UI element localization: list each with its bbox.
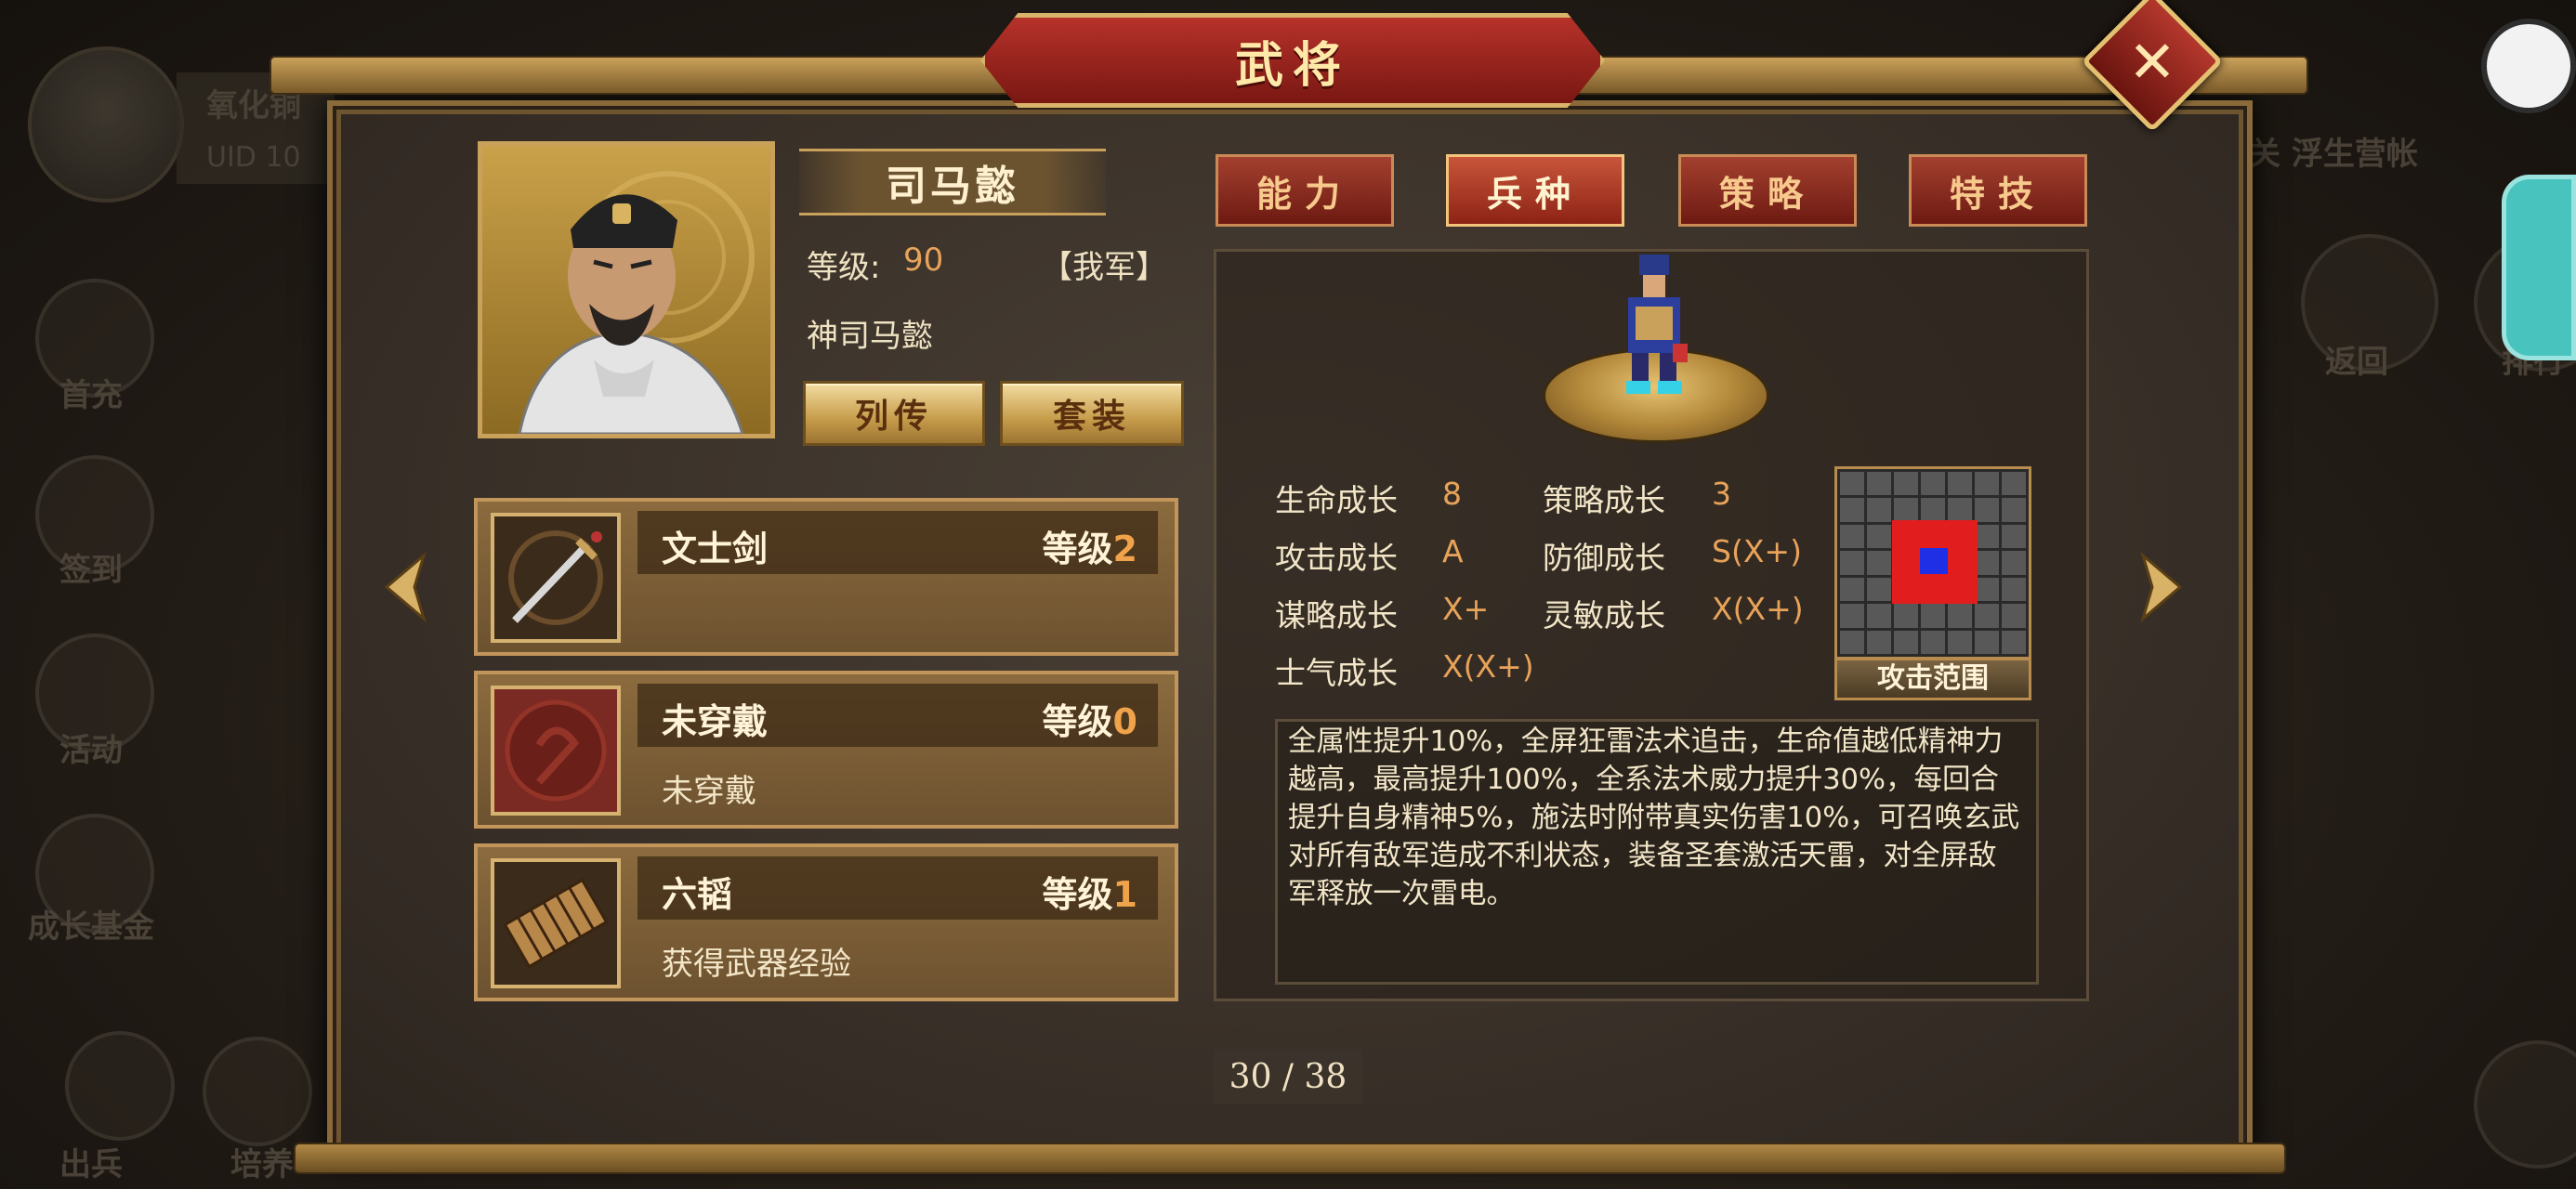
- unit-sprite-icon: [1608, 251, 1701, 399]
- bg-menu-icon: [203, 1037, 312, 1146]
- prev-general-arrow-icon[interactable]: [377, 550, 433, 624]
- growth-label: 灵敏成长: [1543, 597, 1665, 634]
- panel-bottom-bar: [294, 1143, 2286, 1174]
- growth-label: 士气成长: [1275, 655, 1398, 691]
- bg-menu-label: 活动: [59, 732, 123, 769]
- skill-description: 全属性提升10%，全屏狂雷法术追击，生命值越低精神力越高，最高提升100%，全系…: [1288, 725, 2020, 910]
- sword-icon: [491, 513, 621, 643]
- growth-label: 生命成长: [1275, 482, 1398, 518]
- growth-value: X+: [1442, 591, 1490, 627]
- growth-label: 谋略成长: [1275, 597, 1398, 634]
- growth-value: 8: [1442, 476, 1462, 512]
- page-indicator: 30 / 38: [1214, 1050, 1362, 1104]
- equipment-desc: 未穿戴: [662, 773, 756, 810]
- unit-position-marker: [1920, 548, 1948, 574]
- equipment-slot[interactable]: 文士剑 等级2: [474, 498, 1178, 656]
- bg-menu-label: 首充: [59, 377, 123, 414]
- general-level-label: 等级:: [807, 249, 881, 286]
- bg-menu-label: 出兵: [59, 1146, 123, 1183]
- equipment-level: 等级1: [1042, 874, 1137, 915]
- set-button[interactable]: 套装: [1000, 381, 1184, 446]
- bg-menu-icon: [65, 1031, 175, 1141]
- equipment-name: 文士剑: [662, 529, 769, 569]
- growth-value: A: [1442, 533, 1464, 569]
- general-level-value: 90: [903, 242, 944, 279]
- equipment-level: 等级2: [1042, 529, 1137, 569]
- growth-label: 策略成长: [1543, 482, 1665, 518]
- growth-label: 防御成长: [1543, 540, 1665, 576]
- equipment-slot[interactable]: 未穿戴 等级0 未穿戴: [474, 671, 1178, 829]
- scroll-icon: [491, 858, 621, 988]
- general-faction: 【我军】: [1041, 249, 1167, 286]
- attack-range-label: 攻击范围: [1834, 658, 2031, 700]
- growth-value: 3: [1712, 476, 1731, 512]
- bg-menu-label: 成长基金: [28, 908, 154, 946]
- tab-special-skill[interactable]: 特技: [1909, 154, 2087, 227]
- general-portrait: [478, 141, 775, 438]
- equipment-level: 等级0: [1042, 701, 1137, 742]
- bg-location-text: 关 浮生营帐: [2249, 136, 2418, 173]
- tab-strategy[interactable]: 策略: [1678, 154, 1857, 227]
- bg-menu-icon: [2474, 1040, 2576, 1169]
- next-general-arrow-icon[interactable]: [2134, 550, 2189, 624]
- close-icon[interactable]: ✕: [2102, 11, 2202, 111]
- tab-troop-type[interactable]: 兵种: [1446, 154, 1624, 227]
- equipment-slot[interactable]: 六韬 等级1 获得武器经验: [474, 843, 1178, 1001]
- growth-value: S(X+): [1712, 533, 1802, 569]
- side-teal-tab: [2502, 175, 2576, 360]
- title-banner: 武将: [980, 13, 1605, 108]
- player-uid: UID 10: [206, 141, 301, 174]
- equipment-name: 六韬: [662, 874, 733, 915]
- biography-button[interactable]: 列传: [803, 381, 985, 446]
- bg-return-label: 返回: [2325, 344, 2388, 381]
- equipment-name: 未穿戴: [662, 701, 769, 742]
- tab-ability[interactable]: 能力: [1216, 154, 1394, 227]
- top-right-round-button: [2481, 19, 2576, 113]
- bg-menu-label: 签到: [59, 552, 123, 589]
- page-title: 武将: [1234, 37, 1350, 94]
- general-name-plate: 司马懿: [799, 149, 1106, 216]
- bg-menu-label: 培养: [230, 1146, 294, 1183]
- background-left-menu: 氧化铜 UID 10 首充 签到 活动 成长基金 出兵 培养: [0, 0, 335, 1189]
- growth-value: X(X+): [1442, 648, 1534, 685]
- empty-slot-icon: [491, 686, 621, 816]
- player-avatar: [28, 46, 184, 203]
- growth-label: 攻击成长: [1275, 540, 1398, 576]
- equipment-desc: 获得武器经验: [662, 946, 851, 983]
- growth-value: X(X+): [1712, 591, 1804, 627]
- general-name: 司马懿: [886, 163, 1019, 210]
- general-title: 神司马懿: [807, 318, 933, 355]
